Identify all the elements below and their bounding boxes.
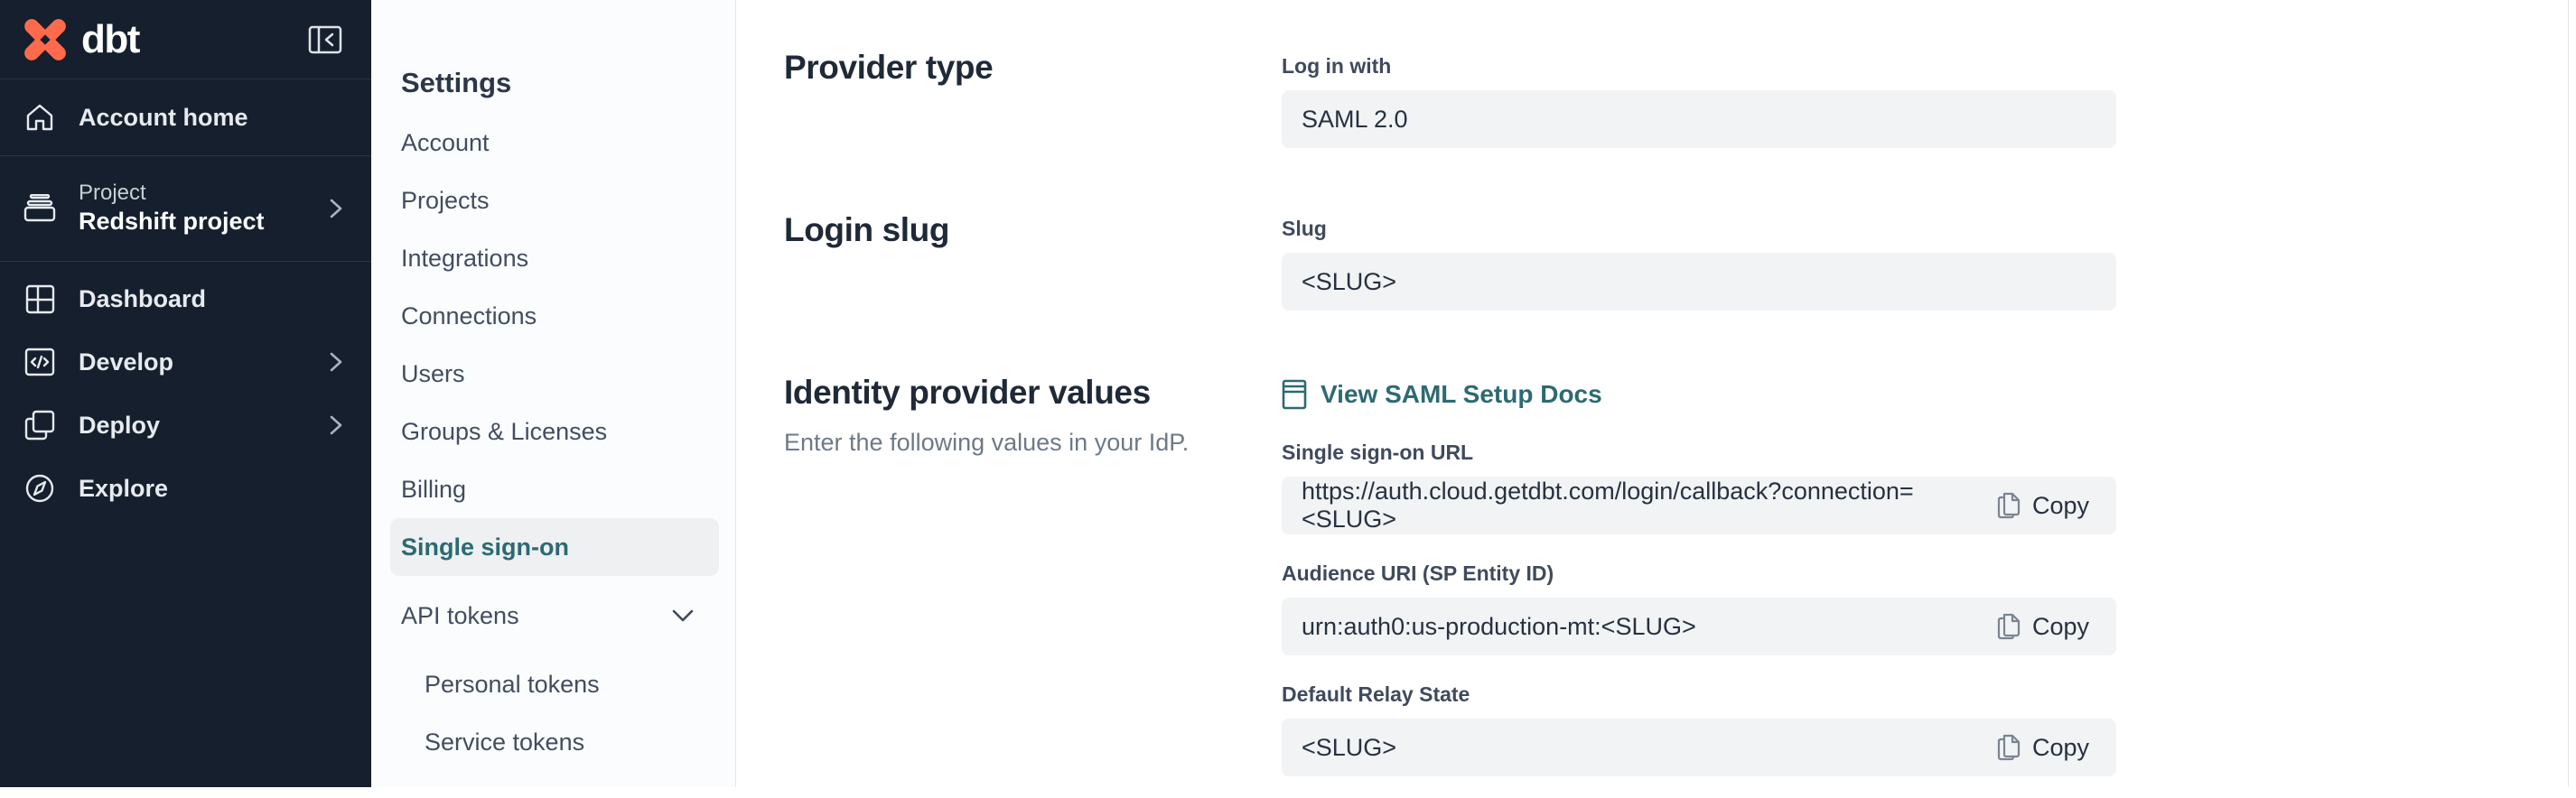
sidebar-item-develop[interactable]: Develop [0, 330, 371, 394]
default-relay-state-value: <SLUG> [1302, 734, 1396, 762]
settings-item-account[interactable]: Account [390, 114, 719, 172]
sidebar-item-label: Develop [79, 348, 173, 376]
sidebar-item-explore[interactable]: Explore [0, 457, 371, 520]
docs-link-label: View SAML Setup Docs [1321, 380, 1602, 409]
settings-list: Account Projects Integrations Connection… [371, 114, 735, 771]
scrollbar-track[interactable] [2568, 0, 2569, 787]
section-subheading: Enter the following values in your IdP. [784, 429, 1282, 457]
provider-type-value: SAML 2.0 [1302, 106, 1408, 134]
deploy-squares-icon [23, 410, 57, 441]
chevron-right-icon [330, 199, 342, 218]
sidebar-item-label: Account home [79, 104, 248, 132]
copy-audience-uri-button[interactable]: Copy [1997, 613, 2089, 641]
brand-wordmark: dbt [81, 17, 139, 62]
sidebar-item-project[interactable]: Project Redshift project [0, 156, 371, 262]
compass-icon [23, 473, 57, 504]
chevron-down-icon [672, 609, 706, 622]
section-login-slug: Login slug Slug <SLUG> [784, 211, 2576, 311]
sidebar-item-deploy[interactable]: Deploy [0, 394, 371, 457]
settings-item-groups-licenses[interactable]: Groups & Licenses [390, 403, 719, 460]
sidebar-nav-group: Dashboard Develop [0, 262, 371, 520]
sso-url-label: Single sign-on URL [1282, 435, 2116, 465]
copy-default-relay-state-button[interactable]: Copy [1997, 734, 2089, 762]
code-editor-icon [23, 348, 57, 376]
settings-panel: Settings Account Projects Integrations C… [371, 0, 736, 787]
copy-button-label: Copy [2032, 734, 2089, 762]
panel-collapse-icon [308, 25, 342, 54]
slug-value: <SLUG> [1302, 268, 1396, 296]
copy-icon [1997, 492, 2021, 520]
copy-button-label: Copy [2032, 492, 2089, 520]
docs-book-icon [1282, 379, 1307, 410]
settings-item-single-sign-on[interactable]: Single sign-on [390, 518, 719, 576]
settings-item-label: API tokens [401, 602, 519, 630]
audience-uri-field[interactable]: urn:auth0:us-production-mt:<SLUG> Copy [1282, 598, 2116, 655]
default-relay-state-label: Default Relay State [1282, 677, 2116, 707]
project-stack-icon [23, 194, 57, 223]
section-heading: Provider type [784, 49, 1282, 88]
sidebar-item-dashboard[interactable]: Dashboard [0, 267, 371, 330]
sso-url-value: https://auth.cloud.getdbt.com/login/call… [1302, 478, 1997, 534]
settings-item-integrations[interactable]: Integrations [390, 229, 719, 287]
sidebar-item-label: Deploy [79, 412, 160, 440]
sidebar-collapse-button[interactable] [308, 25, 342, 54]
app-sidebar: dbt Account home [0, 0, 371, 787]
section-identity-provider-values: Identity provider values Enter the follo… [784, 374, 2576, 798]
audience-uri-label: Audience URI (SP Entity ID) [1282, 556, 2116, 586]
settings-item-connections[interactable]: Connections [390, 287, 719, 345]
project-name-label: Redshift project [79, 207, 265, 237]
settings-item-api-tokens[interactable]: API tokens [390, 587, 719, 645]
sidebar-item-account-home[interactable]: Account home [0, 79, 371, 156]
settings-item-billing[interactable]: Billing [390, 460, 719, 518]
dbt-logo-icon [20, 14, 70, 65]
copy-icon [1997, 613, 2021, 641]
chevron-right-icon [330, 415, 342, 435]
view-saml-setup-docs-link[interactable]: View SAML Setup Docs [1282, 379, 2116, 410]
sidebar-item-label: Dashboard [79, 285, 206, 313]
sidebar-item-label: Explore [79, 475, 168, 503]
section-provider-type: Provider type Log in with SAML 2.0 [784, 49, 2576, 148]
audience-uri-value: urn:auth0:us-production-mt:<SLUG> [1302, 613, 1696, 641]
login-with-label: Log in with [1282, 49, 2116, 79]
logo-row: dbt [0, 0, 371, 79]
section-heading: Login slug [784, 211, 1282, 250]
settings-item-users[interactable]: Users [390, 345, 719, 403]
section-heading: Identity provider values [784, 374, 1282, 413]
home-icon [23, 103, 57, 133]
settings-item-service-tokens[interactable]: Service tokens [390, 713, 719, 771]
chevron-right-icon [330, 352, 342, 372]
provider-type-field[interactable]: SAML 2.0 [1282, 90, 2116, 148]
project-kicker-label: Project [79, 180, 265, 207]
default-relay-state-field[interactable]: <SLUG> Copy [1282, 719, 2116, 776]
settings-item-projects[interactable]: Projects [390, 172, 719, 229]
settings-item-personal-tokens[interactable]: Personal tokens [390, 655, 719, 713]
slug-field[interactable]: <SLUG> [1282, 253, 2116, 311]
slug-label: Slug [1282, 211, 2116, 241]
sso-url-field[interactable]: https://auth.cloud.getdbt.com/login/call… [1282, 477, 2116, 534]
sso-settings-content: Provider type Log in with SAML 2.0 Login… [736, 0, 2576, 787]
copy-sso-url-button[interactable]: Copy [1997, 492, 2089, 520]
copy-icon [1997, 734, 2021, 762]
dashboard-grid-icon [23, 284, 57, 314]
settings-title: Settings [401, 67, 735, 99]
copy-button-label: Copy [2032, 613, 2089, 641]
